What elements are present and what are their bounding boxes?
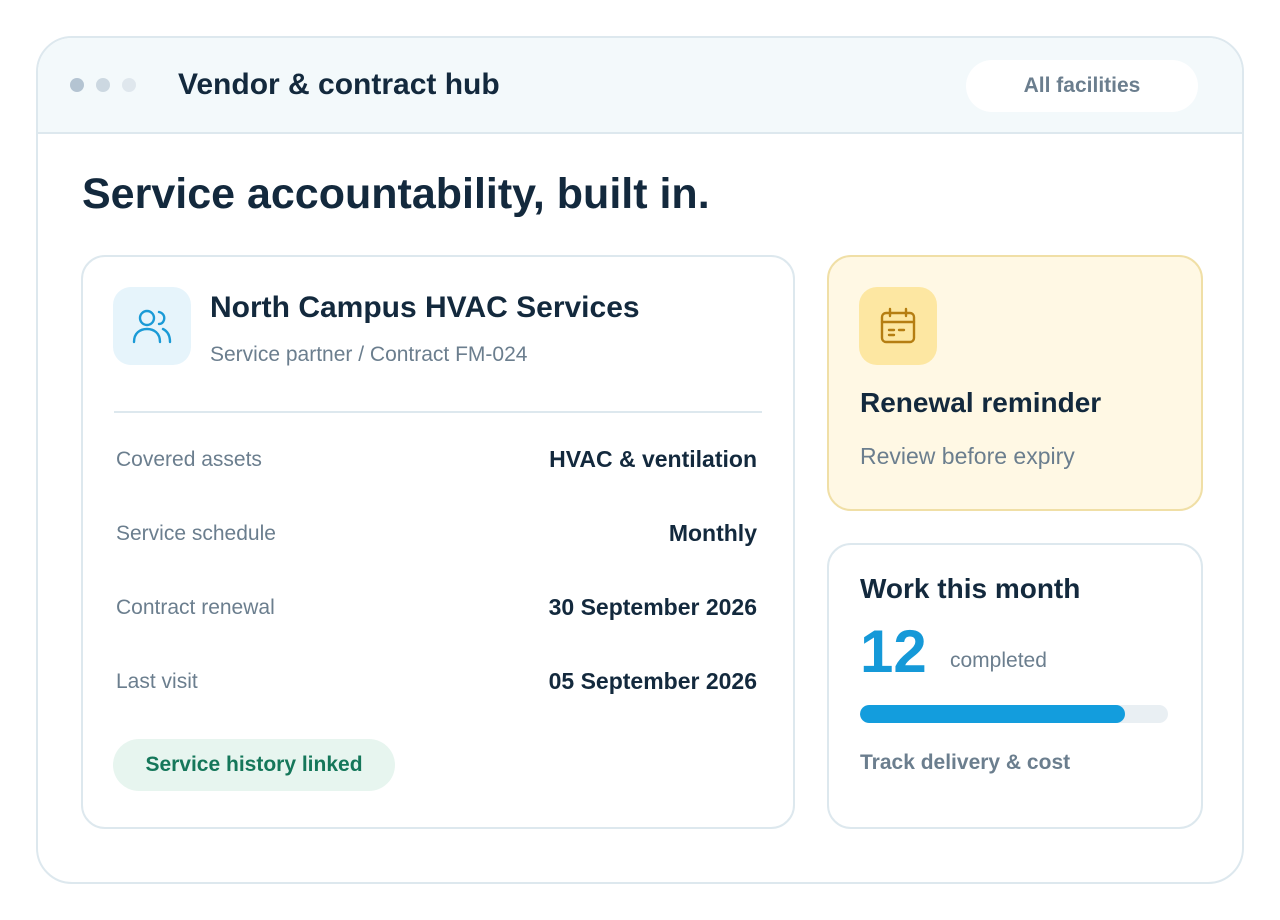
window-control-dot[interactable] <box>70 78 84 92</box>
detail-value: HVAC & ventilation <box>549 446 757 472</box>
detail-row-contract-renewal: Contract renewal 30 September 2026 <box>116 587 757 627</box>
vendor-contract-subtitle: Service partner / Contract FM-024 <box>210 343 528 366</box>
renewal-reminder-card[interactable]: Renewal reminder Review before expiry <box>827 255 1203 511</box>
detail-value: Monthly <box>668 520 757 546</box>
track-delivery-link[interactable]: Track delivery & cost <box>860 751 1070 775</box>
users-icon <box>113 287 191 365</box>
work-progress-bar <box>860 705 1168 723</box>
vendor-name: North Campus HVAC Services <box>210 291 640 324</box>
page-headline: Service accountability, built in. <box>82 170 710 218</box>
renewal-title: Renewal reminder <box>860 387 1102 418</box>
app-title: Vendor & contract hub <box>178 68 500 101</box>
work-count-unit: completed <box>950 649 1047 672</box>
calendar-icon <box>859 287 937 365</box>
window-control-dot[interactable] <box>122 78 136 92</box>
divider <box>114 411 762 413</box>
detail-label: Covered assets <box>116 448 262 471</box>
detail-row-last-visit: Last visit 05 September 2026 <box>116 661 757 701</box>
facility-filter-select[interactable]: All facilities <box>966 60 1198 112</box>
work-count: 12 <box>860 618 927 685</box>
detail-value: 30 September 2026 <box>548 594 757 620</box>
work-summary-card: Work this month 12 completed Track deliv… <box>827 543 1203 829</box>
app-window: Vendor & contract hub All facilities Ser… <box>36 36 1244 884</box>
service-history-badge: Service history linked <box>113 739 395 791</box>
detail-row-covered-assets: Covered assets HVAC & ventilation <box>116 439 757 479</box>
title-bar: Vendor & contract hub All facilities <box>38 38 1242 134</box>
detail-label: Last visit <box>116 670 198 693</box>
detail-value: 05 September 2026 <box>548 668 757 694</box>
detail-row-service-schedule: Service schedule Monthly <box>116 513 757 553</box>
renewal-subtitle: Review before expiry <box>860 443 1075 469</box>
work-title: Work this month <box>860 573 1081 604</box>
work-progress-fill <box>860 705 1125 723</box>
detail-label: Contract renewal <box>116 596 275 619</box>
window-control-dot[interactable] <box>96 78 110 92</box>
vendor-card: North Campus HVAC Services Service partn… <box>81 255 795 829</box>
detail-label: Service schedule <box>116 522 276 545</box>
